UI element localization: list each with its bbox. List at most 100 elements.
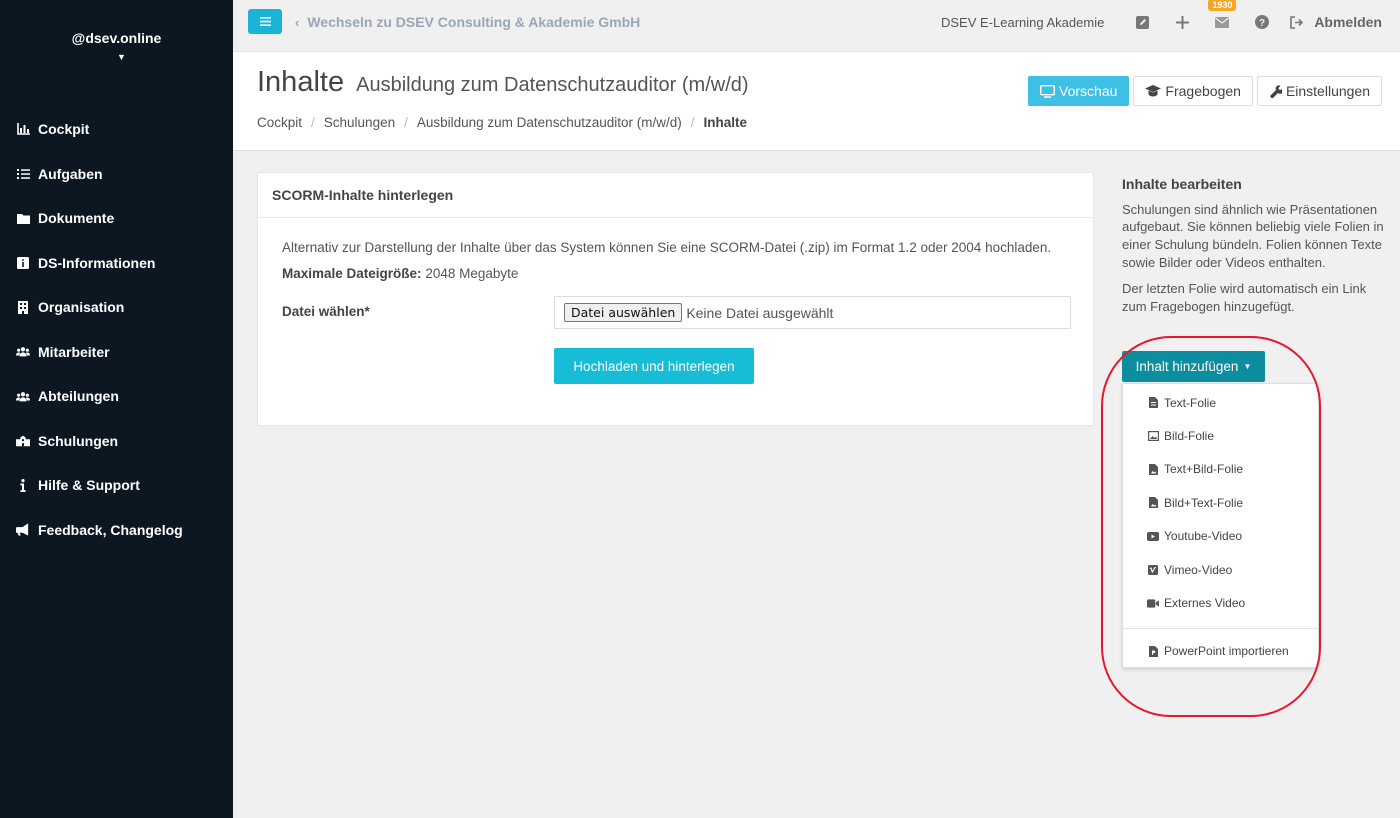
breadcrumb-item-schulungen[interactable]: Schulungen	[324, 115, 395, 130]
sign-out-icon	[1288, 13, 1306, 31]
menu-item-label: PowerPoint importieren	[1164, 644, 1289, 659]
max-file-size-label: Maximale Dateigröße:	[282, 266, 422, 281]
menu-divider	[1123, 627, 1318, 629]
sidebar-item-aufgaben[interactable]: Aufgaben	[0, 152, 233, 197]
settings-button[interactable]: Einstellungen	[1256, 76, 1382, 106]
sidebar-item-hilfe-support[interactable]: Hilfe & Support	[0, 463, 233, 508]
vimeo-icon	[1147, 564, 1159, 575]
switch-organization-link[interactable]: ‹ Wechseln zu DSEV Consulting & Akademie…	[295, 14, 640, 30]
wrench-icon	[1269, 84, 1282, 98]
account-name[interactable]: @dsev.online	[0, 30, 233, 46]
menu-item-label: Text+Bild-Folie	[1164, 462, 1244, 477]
info-square-icon	[16, 256, 30, 270]
sidebar-item-label: Hilfe & Support	[38, 477, 140, 494]
breadcrumb-item-cockpit[interactable]: Cockpit	[257, 115, 302, 130]
powerpoint-file-icon	[1147, 645, 1159, 657]
sidebar-item-organisation[interactable]: Organisation	[0, 285, 233, 330]
svg-text:?: ?	[1259, 18, 1265, 29]
menu-item-text-slide[interactable]: Text-Folie	[1123, 386, 1318, 419]
header-buttons: Vorschau Fragebogen Einstellungen	[1024, 76, 1382, 106]
menu-item-image-slide[interactable]: Bild-Folie	[1123, 419, 1318, 452]
caret-down-icon[interactable]: ▼	[0, 52, 243, 62]
sidebar-item-schulungen[interactable]: Schulungen	[0, 419, 233, 464]
file-label: Datei wählen*	[282, 304, 370, 319]
edit-content-heading: Inhalte bearbeiten	[1122, 176, 1242, 192]
chart-icon	[16, 122, 30, 136]
settings-label: Einstellungen	[1285, 83, 1370, 99]
building-icon	[16, 300, 30, 314]
menu-item-vimeo-video[interactable]: Vimeo-Video	[1123, 553, 1318, 586]
sidebar-item-label: Schulungen	[38, 432, 119, 449]
menu-item-image-text-slide[interactable]: Bild+Text-Folie	[1123, 486, 1318, 519]
file-text-icon	[1147, 397, 1159, 409]
add-content-menu: Text-Folie Bild-Folie Text+Bild-Folie Bi…	[1122, 383, 1319, 668]
menu-toggle-button[interactable]	[248, 9, 282, 34]
sidebar-item-ds-informationen[interactable]: DS-Informationen	[0, 241, 233, 286]
file-input[interactable]: Datei auswählen Keine Datei ausgewählt	[554, 296, 1071, 329]
sidebar-item-label: Feedback, Changelog	[38, 521, 183, 538]
menu-item-external-video[interactable]: Externes Video	[1123, 586, 1318, 619]
sidebar-item-label: Organisation	[38, 299, 125, 316]
logout-link[interactable]: Abmelden	[1288, 13, 1382, 31]
mail-icon[interactable]: 1930	[1208, 0, 1237, 31]
max-file-size: Maximale Dateigröße: 2048 Megabyte	[282, 266, 1069, 281]
upload-button[interactable]: Hochladen und hinterlegen	[554, 348, 754, 384]
max-file-size-value: 2048 Megabyte	[425, 266, 519, 281]
menu-item-youtube-video[interactable]: Youtube-Video	[1123, 520, 1318, 553]
menu-item-import-powerpoint[interactable]: PowerPoint importieren	[1123, 635, 1318, 668]
breadcrumb-item-current: Inhalte	[703, 115, 748, 130]
sidebar-item-label: Aufgaben	[38, 165, 103, 182]
menu-item-text-image-slide[interactable]: Text+Bild-Folie	[1123, 453, 1318, 486]
breadcrumb-separator: /	[690, 115, 695, 130]
scorm-panel: SCORM-Inhalte hinterlegen Alternativ zur…	[257, 172, 1094, 426]
video-camera-icon	[1147, 598, 1159, 608]
questionnaire-label: Fragebogen	[1165, 83, 1241, 99]
choose-file-button[interactable]: Datei auswählen	[564, 303, 683, 322]
sidebar-item-dokumente[interactable]: Dokumente	[0, 196, 233, 241]
breadcrumb-separator: /	[311, 115, 315, 130]
menu-item-label: Externes Video	[1164, 596, 1246, 611]
plus-icon[interactable]	[1173, 13, 1191, 31]
add-content-button[interactable]: Inhalt hinzufügen ▼	[1122, 351, 1265, 382]
sidebar-item-label: Cockpit	[38, 121, 90, 138]
topbar-actions: DSEV E-Learning Akademie 1930 ? Abmelden	[941, 0, 1382, 44]
hamburger-icon	[259, 17, 271, 26]
folder-icon	[16, 211, 30, 225]
preview-button[interactable]: Vorschau	[1028, 76, 1130, 106]
sidebar: @dsev.online ▼ Cockpit Aufgaben Dokument…	[0, 0, 233, 818]
breadcrumb: Cockpit / Schulungen / Ausbildung zum Da…	[257, 115, 747, 130]
mail-count-badge: 1930	[1208, 0, 1237, 11]
help-icon[interactable]: ?	[1253, 13, 1271, 31]
edit-content-note: Der letzten Folie wird automatisch ein L…	[1122, 281, 1367, 314]
switch-organization-label: Wechseln zu DSEV Consulting & Akademie G…	[307, 14, 641, 30]
questionnaire-button[interactable]: Fragebogen	[1133, 76, 1253, 106]
page-title: Inhalte Ausbildung zum Datenschutzaudito…	[257, 66, 749, 99]
users-icon	[16, 345, 30, 359]
file-status: Keine Datei ausgewählt	[686, 304, 834, 321]
menu-item-label: Text-Folie	[1164, 395, 1217, 410]
sidebar-item-label: Abteilungen	[38, 388, 119, 405]
breadcrumb-separator: /	[404, 115, 408, 130]
megaphone-icon	[16, 523, 30, 537]
panel-body: Alternativ zur Darstellung der Inhalte ü…	[258, 218, 1093, 281]
sidebar-item-feedback-changelog[interactable]: Feedback, Changelog	[0, 508, 233, 553]
info-icon	[16, 478, 30, 492]
tasks-icon	[16, 167, 30, 181]
menu-item-label: Bild-Folie	[1164, 429, 1215, 444]
sidebar-item-cockpit[interactable]: Cockpit	[0, 107, 233, 152]
edit-icon[interactable]	[1133, 13, 1151, 31]
caret-down-icon: ▼	[1243, 362, 1252, 371]
sidebar-item-label: Mitarbeiter	[38, 343, 110, 360]
preview-label: Vorschau	[1059, 83, 1118, 99]
file-image-icon	[1147, 463, 1159, 475]
sidebar-nav: Cockpit Aufgaben Dokumente DS-Informatio…	[0, 107, 233, 552]
sidebar-item-mitarbeiter[interactable]: Mitarbeiter	[0, 330, 233, 375]
logout-label: Abmelden	[1314, 14, 1382, 30]
sidebar-item-abteilungen[interactable]: Abteilungen	[0, 374, 233, 419]
page-header: Inhalte Ausbildung zum Datenschutzaudito…	[233, 52, 1400, 151]
users-icon	[16, 389, 30, 403]
breadcrumb-item-course[interactable]: Ausbildung zum Datenschutzauditor (m/w/d…	[417, 115, 682, 130]
page-title-text: Inhalte	[257, 66, 345, 98]
image-icon	[1147, 431, 1159, 442]
file-image-icon	[1147, 497, 1159, 509]
